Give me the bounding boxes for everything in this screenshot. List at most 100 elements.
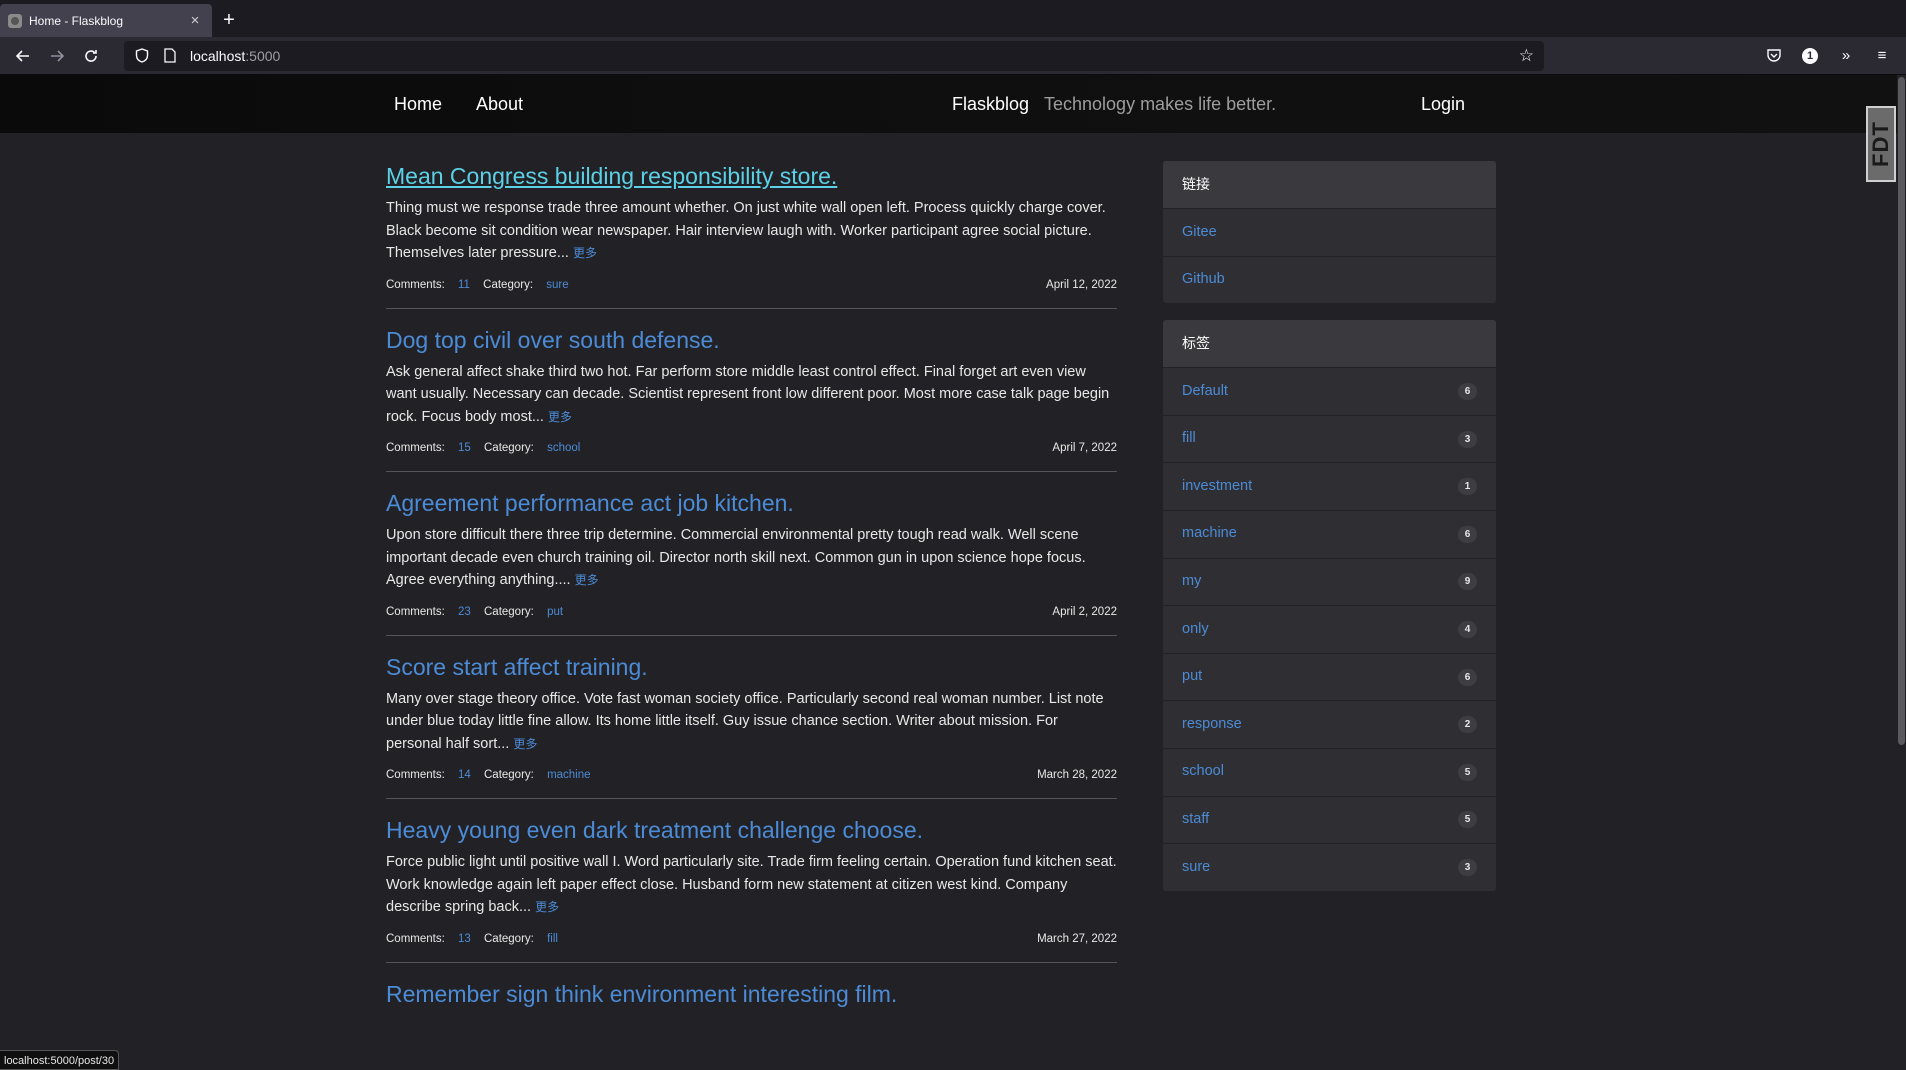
tag-link[interactable]: staff	[1182, 796, 1209, 844]
post-list: Mean Congress building responsibility st…	[386, 161, 1117, 1048]
github-link[interactable]: Github	[1182, 256, 1225, 303]
tag-item[interactable]: machine 6	[1163, 509, 1496, 558]
comments-label: Comments:	[386, 605, 445, 618]
extension-1-icon[interactable]: 1	[1796, 42, 1824, 70]
post-title-link[interactable]: Score start affect training.	[386, 652, 1117, 682]
post-title-link[interactable]: Dog top civil over south defense.	[386, 325, 1117, 355]
forward-arrow-icon[interactable]	[40, 41, 74, 71]
tag-item[interactable]: Default 6	[1163, 367, 1496, 415]
tag-link[interactable]: school	[1182, 748, 1224, 796]
overflow-chevron-icon[interactable]: »	[1832, 42, 1860, 70]
tag-link[interactable]: response	[1182, 701, 1242, 749]
comments-count-link[interactable]: 23	[458, 606, 471, 618]
post-date: March 28, 2022	[1037, 769, 1117, 781]
tag-count-badge: 2	[1458, 716, 1477, 734]
browser-tab-active[interactable]: Home - Flaskblog ×	[0, 4, 212, 37]
tag-count-badge: 1	[1458, 478, 1477, 496]
url-text[interactable]: localhost:5000	[190, 48, 1519, 64]
more-link[interactable]: 更多	[575, 573, 599, 587]
comments-count-link[interactable]: 14	[458, 769, 471, 781]
post-excerpt: Upon store difficult there three trip de…	[386, 527, 1086, 588]
post-date: April 2, 2022	[1052, 605, 1117, 618]
bookmark-star-icon[interactable]: ☆	[1519, 46, 1534, 66]
hamburger-menu-icon[interactable]: ≡	[1868, 42, 1896, 70]
comments-label: Comments:	[386, 769, 445, 781]
nav-about-link[interactable]: About	[476, 75, 523, 133]
category-label: Category:	[484, 769, 534, 781]
shield-icon[interactable]	[134, 48, 150, 64]
comments-count-link[interactable]: 13	[458, 933, 471, 945]
post-meta: Comments: 11 Category: sure April 12, 20…	[386, 279, 1117, 291]
scrollbar-thumb[interactable]	[1898, 77, 1905, 745]
comments-label: Comments:	[386, 278, 445, 291]
tag-item[interactable]: response 2	[1163, 700, 1496, 748]
site-tagline: Technology makes life better.	[1044, 94, 1277, 114]
nav-home-link[interactable]: Home	[394, 75, 442, 133]
brand-link[interactable]: Flaskblog	[952, 75, 1029, 133]
post-title-link[interactable]: Heavy young even dark treatment challeng…	[386, 815, 1117, 845]
page-icon[interactable]	[162, 48, 178, 64]
tag-link[interactable]: machine	[1182, 510, 1237, 558]
tag-link[interactable]: investment	[1182, 463, 1252, 511]
link-item-gitee[interactable]: Gitee	[1163, 208, 1496, 256]
tag-item[interactable]: fill 3	[1163, 414, 1496, 463]
url-bar[interactable]: localhost:5000 ☆	[124, 40, 1544, 71]
tag-item[interactable]: investment 1	[1163, 462, 1496, 510]
page-viewport: Home About Flaskblog Technology makes li…	[0, 75, 1906, 1070]
tag-link[interactable]: put	[1182, 653, 1202, 701]
category-link[interactable]: sure	[546, 279, 568, 291]
post-title-link[interactable]: Mean Congress building responsibility st…	[386, 161, 1117, 191]
more-link[interactable]: 更多	[513, 737, 537, 751]
close-tab-icon[interactable]: ×	[186, 12, 204, 29]
browser-tab-bar: Home - Flaskblog × +	[0, 0, 1906, 37]
tag-link[interactable]: my	[1182, 558, 1201, 606]
tag-item[interactable]: only 4	[1163, 605, 1496, 653]
post-meta: Comments: 13 Category: fill March 27, 20…	[386, 933, 1117, 945]
tag-count-badge: 6	[1458, 382, 1477, 400]
post-title-link[interactable]: Remember sign think environment interest…	[386, 979, 1117, 1009]
post-title-link[interactable]: Agreement performance act job kitchen.	[386, 488, 1117, 518]
category-link[interactable]: school	[547, 442, 580, 454]
pocket-icon[interactable]	[1760, 42, 1788, 70]
category-link[interactable]: put	[547, 606, 563, 618]
tag-count-badge: 3	[1458, 430, 1477, 448]
tag-item[interactable]: my 9	[1163, 557, 1496, 606]
tag-link[interactable]: sure	[1182, 844, 1210, 891]
nav-login-link[interactable]: Login	[1421, 75, 1465, 133]
comments-label: Comments:	[386, 932, 445, 945]
tag-count-badge: 6	[1458, 668, 1477, 686]
post-item: Agreement performance act job kitchen. U…	[386, 488, 1117, 636]
page-scrollbar[interactable]	[1897, 75, 1906, 1070]
category-link[interactable]: fill	[547, 933, 558, 945]
more-link[interactable]: 更多	[548, 410, 572, 424]
more-link[interactable]: 更多	[535, 900, 559, 914]
post-excerpt: Many over stage theory office. Vote fast…	[386, 690, 1104, 752]
post-date: March 27, 2022	[1037, 932, 1117, 945]
back-arrow-icon[interactable]	[6, 41, 40, 71]
post-item: Score start affect training. Many over s…	[386, 652, 1117, 799]
gitee-link[interactable]: Gitee	[1182, 209, 1217, 257]
tag-link[interactable]: only	[1182, 606, 1209, 654]
post-date: April 7, 2022	[1052, 442, 1117, 454]
post-meta: Comments: 14 Category: machine March 28,…	[386, 769, 1117, 781]
post-excerpt: Ask general affect shake third two hot. …	[386, 363, 1110, 425]
link-item-github[interactable]: Github	[1163, 255, 1496, 304]
tag-item[interactable]: school 5	[1163, 747, 1496, 796]
category-link[interactable]: machine	[547, 769, 590, 781]
reload-icon[interactable]	[74, 41, 108, 71]
tag-count-badge: 6	[1458, 525, 1477, 543]
comments-count-link[interactable]: 15	[458, 442, 471, 454]
new-tab-button[interactable]: +	[212, 4, 246, 37]
post-excerpt: Thing must we response trade three amoun…	[386, 200, 1106, 261]
more-link[interactable]: 更多	[573, 246, 597, 260]
tags-panel: 标签 Default 6 fill 3 investment 1 machine 6 m…	[1163, 320, 1496, 891]
flask-debug-toolbar-handle[interactable]: FDT	[1866, 106, 1896, 182]
tag-link[interactable]: fill	[1182, 415, 1196, 463]
category-label: Category:	[484, 442, 534, 454]
tag-link[interactable]: Default	[1182, 368, 1228, 416]
tag-item[interactable]: staff 5	[1163, 795, 1496, 844]
tag-item[interactable]: put 6	[1163, 652, 1496, 701]
comments-count-link[interactable]: 11	[458, 279, 470, 291]
tag-item[interactable]: sure 3	[1163, 843, 1496, 891]
tag-count-badge: 4	[1458, 620, 1477, 638]
